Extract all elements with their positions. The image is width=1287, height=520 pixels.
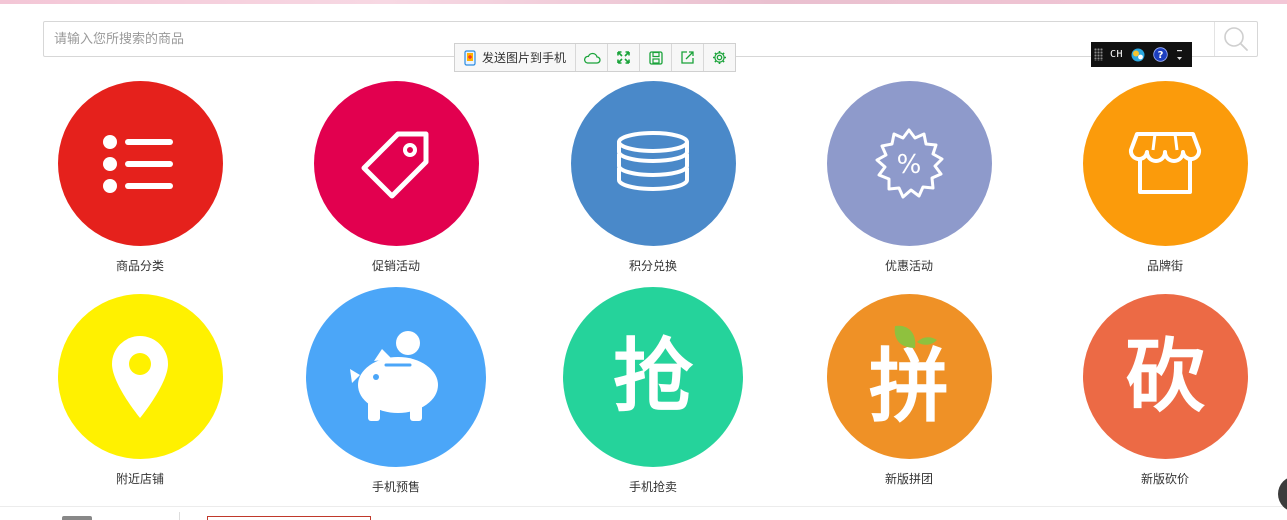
category-label: 积分兑换 [628, 259, 677, 273]
category-label: 促销活动 [371, 259, 420, 273]
list-icon [103, 134, 173, 193]
category-circle[interactable] [313, 81, 479, 246]
category-circle[interactable]: 拼 [826, 294, 992, 459]
tag-icon [361, 131, 429, 198]
category-circle[interactable] [57, 294, 223, 459]
category-label: 商品分类 [115, 259, 164, 273]
category-circle[interactable] [1082, 81, 1248, 246]
category-item[interactable]: % 优惠活动 [809, 81, 1009, 274]
category-circle[interactable] [306, 287, 486, 467]
location-pin-icon [112, 335, 168, 418]
storefront-icon [1128, 131, 1202, 194]
bargain-character-icon: 砍 [1125, 329, 1205, 423]
category-label: 手机抢卖 [628, 480, 677, 494]
category-label: 优惠活动 [884, 259, 933, 273]
group-buy-character-icon: 拼 [869, 339, 949, 433]
category-label: 品牌街 [1146, 259, 1183, 273]
category-item[interactable]: 砍 新版砍价 [1065, 294, 1265, 487]
category-item[interactable]: 促销活动 [296, 81, 496, 274]
category-circle[interactable]: 砍 [1082, 294, 1248, 459]
category-item[interactable]: 商品分类 [40, 81, 240, 274]
category-circle[interactable]: 抢 [563, 287, 743, 467]
category-item[interactable]: 手机预售 [296, 287, 496, 495]
category-item[interactable]: 附近店铺 [40, 294, 240, 487]
category-item[interactable]: 积分兑换 [553, 81, 753, 274]
leaf-icon [894, 325, 937, 348]
category-label: 新版拼团 [884, 472, 933, 486]
category-circle[interactable]: % [826, 81, 992, 246]
footer-input-box[interactable] [207, 516, 371, 520]
category-grid: 商品分类 促销活动 积分兑换 % 优惠活动 品牌街 附近店铺 手机预售 抢 手机… [0, 0, 1287, 500]
category-circle[interactable] [570, 81, 736, 246]
coin-stack-icon [617, 130, 689, 191]
percent-badge-icon: % [875, 128, 944, 198]
category-label: 新版砍价 [1140, 472, 1189, 486]
footer-logo-fragment [62, 516, 92, 520]
category-item[interactable]: 抢 手机抢卖 [553, 287, 753, 495]
category-label: 手机预售 [371, 480, 420, 494]
category-item[interactable]: 品牌街 [1065, 81, 1265, 274]
footer-separator [179, 512, 180, 520]
category-label: 附近店铺 [115, 472, 164, 486]
category-item[interactable]: 拼 新版拼团 [809, 294, 1009, 487]
footer-divider [0, 506, 1287, 507]
piggy-bank-icon [350, 331, 438, 421]
category-circle[interactable] [57, 81, 223, 246]
svg-text:%: % [897, 150, 922, 180]
grab-character-icon: 抢 [613, 330, 693, 423]
